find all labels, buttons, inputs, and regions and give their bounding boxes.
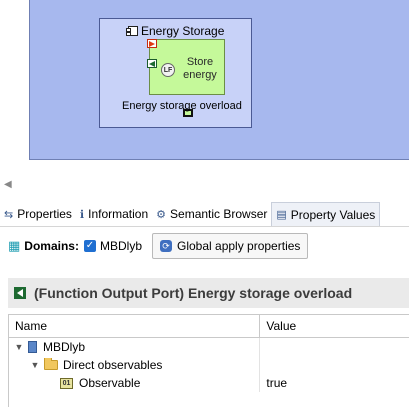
- domain-name: MBDlyb: [99, 239, 142, 253]
- row-name: MBDlyb: [43, 340, 86, 354]
- information-icon: ℹ: [79, 208, 85, 221]
- chevron-down-icon[interactable]: ▼: [13, 342, 25, 352]
- row-name: Observable: [79, 376, 141, 390]
- row-name-cell: ▼ Direct observables: [9, 358, 259, 372]
- column-header-value[interactable]: Value: [259, 315, 409, 337]
- function-output-port-icon[interactable]: [147, 59, 157, 68]
- function-input-port-icon[interactable]: [147, 39, 157, 48]
- model-icon: [28, 341, 37, 353]
- column-header-name[interactable]: Name: [9, 319, 259, 333]
- function-output-port-icon: [14, 287, 26, 299]
- global-apply-label: Global apply properties: [177, 239, 301, 253]
- tab-semantic-browser[interactable]: ⚙ Semantic Browser: [152, 202, 271, 226]
- row-name-cell: ▼ MBDlyb: [9, 340, 259, 354]
- domains-row: ▦ Domains: ✓ MBDlyb ⟳ Global apply prope…: [8, 233, 309, 259]
- global-apply-properties-button[interactable]: ⟳ Global apply properties: [152, 233, 309, 259]
- table-row[interactable]: 01 Observable true: [9, 374, 409, 392]
- function-label: Store energy: [183, 56, 217, 81]
- component-header: Energy Storage: [126, 24, 225, 38]
- observable-icon: 01: [60, 377, 73, 389]
- diagram-area[interactable]: Energy Storage LF Store energy Energy st…: [0, 0, 409, 190]
- output-port-label: Energy storage overload: [122, 100, 242, 112]
- database-icon: ▦: [8, 238, 21, 253]
- table-row[interactable]: ▼ MBDlyb: [9, 338, 409, 356]
- row-value-cell[interactable]: true: [259, 374, 409, 392]
- domains-label: Domains:: [24, 239, 79, 253]
- table-row[interactable]: ▼ Direct observables: [9, 356, 409, 374]
- semantic-browser-icon: ⚙: [156, 208, 167, 221]
- section-title: (Function Output Port) Energy storage ov…: [34, 285, 353, 301]
- domain-checkbox[interactable]: ✓: [83, 240, 96, 252]
- diagram-canvas[interactable]: Energy Storage LF Store energy Energy st…: [29, 0, 409, 160]
- tab-label: Property Values: [290, 207, 376, 222]
- tab-information[interactable]: ℹ Information: [76, 202, 152, 226]
- physical-component-energy-storage[interactable]: Energy Storage LF Store energy Energy st…: [99, 18, 252, 128]
- table-header: Name Value: [9, 315, 409, 338]
- row-name: Direct observables: [63, 358, 163, 372]
- folder-icon: [44, 358, 58, 370]
- row-value-cell[interactable]: [259, 356, 409, 374]
- property-values-table: Name Value ▼ MBDlyb ▼ Direct observables…: [8, 314, 409, 407]
- component-title: Energy Storage: [141, 24, 225, 38]
- tab-property-values[interactable]: ▤ Property Values: [271, 202, 381, 226]
- global-apply-icon: ⟳: [160, 240, 172, 252]
- property-values-icon: ▤: [276, 209, 287, 221]
- function-store-energy[interactable]: LF Store energy: [149, 39, 225, 117]
- tab-label: Properties: [17, 207, 72, 221]
- properties-icon: ⇆: [4, 208, 14, 221]
- row-name-cell: 01 Observable: [9, 376, 259, 390]
- component-icon: [126, 26, 138, 36]
- tab-label: Semantic Browser: [170, 207, 268, 221]
- section-header: (Function Output Port) Energy storage ov…: [8, 278, 409, 308]
- chevron-down-icon[interactable]: ▼: [29, 360, 41, 370]
- view-tab-bar: ⇆ Properties ℹ Information ⚙ Semantic Br…: [0, 202, 409, 227]
- logical-function-icon: LF: [161, 63, 175, 77]
- tab-properties[interactable]: ⇆ Properties: [0, 202, 76, 226]
- scroll-left-arrow-icon[interactable]: ◀: [4, 179, 12, 190]
- row-value-cell[interactable]: [259, 338, 409, 356]
- tab-label: Information: [88, 207, 149, 221]
